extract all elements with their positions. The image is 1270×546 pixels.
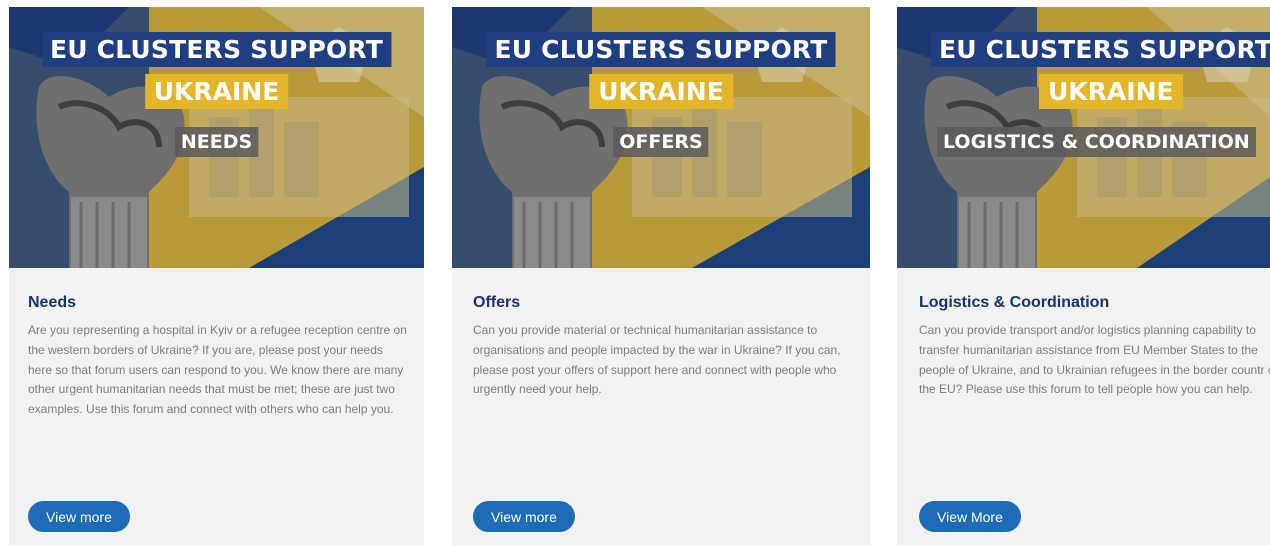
banner-heading: EU CLUSTERS SUPPORT — [931, 32, 1270, 67]
banner-subheading: UKRAINE — [144, 74, 289, 109]
card-description: Can you provide transport and/or logisti… — [919, 323, 1270, 397]
view-more-button[interactable]: View more — [28, 501, 130, 532]
banner-heading: EU CLUSTERS SUPPORT — [41, 32, 392, 67]
banner-category: LOGISTICS & COORDINATION — [937, 127, 1256, 157]
view-more-button[interactable]: View more — [473, 501, 575, 532]
card-offers: EU CLUSTERS SUPPORT UKRAINE OFFERS Offer… — [452, 7, 870, 545]
card-banner-image[interactable]: EU CLUSTERS SUPPORT UKRAINE OFFERS — [452, 7, 870, 268]
card-banner-image[interactable]: EU CLUSTERS SUPPORT UKRAINE LOGISTICS & … — [897, 7, 1270, 268]
banner-category: OFFERS — [613, 127, 709, 157]
card-title[interactable]: Logistics & Coordination — [919, 294, 1109, 312]
card-description: Can you provide material or technical hu… — [473, 323, 841, 397]
banner-subheading: UKRAINE — [589, 74, 733, 109]
card-banner-image[interactable]: EU CLUSTERS SUPPORT UKRAINE NEEDS — [9, 7, 424, 268]
banner-category: NEEDS — [174, 127, 259, 157]
card-title[interactable]: Offers — [473, 294, 520, 312]
card-logistics: EU CLUSTERS SUPPORT UKRAINE LOGISTICS & … — [897, 7, 1270, 545]
card-title[interactable]: Needs — [28, 294, 76, 312]
banner-subheading: UKRAINE — [1039, 74, 1183, 109]
card-needs: EU CLUSTERS SUPPORT UKRAINE NEEDS Needs … — [9, 7, 424, 545]
card-description: Are you representing a hospital in Kyiv … — [28, 323, 407, 417]
banner-heading: EU CLUSTERS SUPPORT — [486, 32, 836, 67]
view-more-button[interactable]: View More — [919, 501, 1021, 532]
